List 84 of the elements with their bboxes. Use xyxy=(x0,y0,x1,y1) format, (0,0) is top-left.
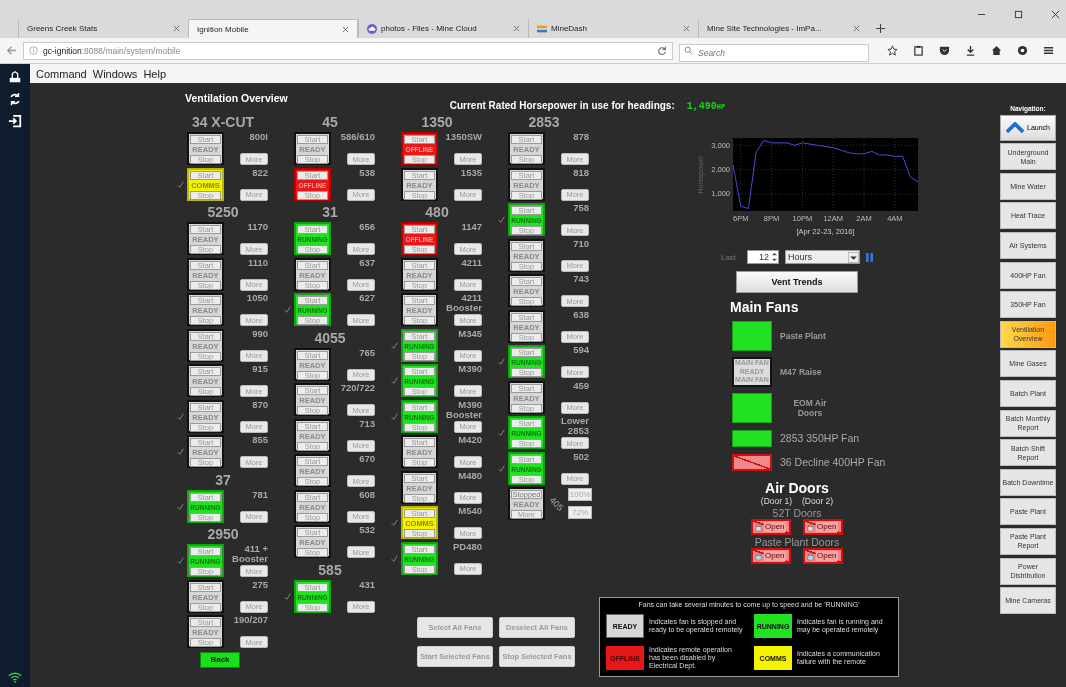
fan-label: 781 xyxy=(252,489,268,500)
fan-label: 656 xyxy=(359,222,375,233)
browser-tab[interactable]: Ignition Mobile xyxy=(188,19,358,38)
fan-label: 818 xyxy=(573,167,589,178)
fan-label: 532 xyxy=(359,525,375,536)
fan-label: 411 + Booster xyxy=(232,544,268,565)
section-heading: 37 xyxy=(214,470,232,489)
door-column-label: (Door 1) xyxy=(760,496,792,506)
search-field[interactable]: Search xyxy=(679,43,869,62)
fan-label: M345 xyxy=(458,328,482,339)
last-label: Last xyxy=(720,252,737,262)
fan-label: M420 xyxy=(458,435,482,446)
fan-label: M390 Booster xyxy=(446,399,482,420)
section-heading: 34 X-CUT xyxy=(190,113,256,131)
main-fan-label: Paste Plant xyxy=(780,331,826,341)
unit-dropdown[interactable]: Hours xyxy=(785,250,861,264)
fan-label: PD480 xyxy=(452,541,482,552)
fan-label: 990 xyxy=(252,328,268,339)
section-heading: 585 xyxy=(317,560,343,579)
fan-label: 431 xyxy=(359,579,375,590)
section-heading: 480 xyxy=(424,203,450,221)
main-fan-label: EOM Air Doors xyxy=(792,398,828,418)
fan-label: 4211 xyxy=(461,257,482,268)
fan-label: 190/207 xyxy=(233,615,268,626)
amount-spinner[interactable]: 12 xyxy=(747,250,780,264)
main-fan-label: M47 Raise xyxy=(780,367,822,377)
section-heading: 2950 xyxy=(206,525,240,543)
fan-label: 586/610 xyxy=(340,132,375,143)
fan-label: 4211 Booster xyxy=(446,293,482,314)
fan-label: 275 xyxy=(252,579,268,590)
speed-reading: 72% xyxy=(568,506,593,520)
fan-label: 594 xyxy=(573,345,589,356)
fan-label: 878 xyxy=(573,132,589,143)
section-heading: 1350 xyxy=(420,113,454,131)
fan-label: 713 xyxy=(359,418,375,429)
fan-label: 459 xyxy=(573,380,589,391)
fan-label: Lower 2853 xyxy=(560,416,589,437)
section-heading: 5250 xyxy=(206,203,240,221)
fan-label: 710 xyxy=(573,238,589,249)
fan-label: 758 xyxy=(573,203,589,214)
fan-label: M390 xyxy=(458,364,482,375)
fan-label: 915 xyxy=(252,364,268,375)
fan-label: M480 xyxy=(458,470,482,481)
fan-label: 1147 xyxy=(461,222,482,233)
back-button[interactable]: Back xyxy=(200,651,240,668)
main-fan-label: 36 Decline 400HP Fan xyxy=(780,456,886,468)
fan-label: 627 xyxy=(359,293,375,304)
fan-label: M540 xyxy=(458,506,482,517)
menu-item[interactable]: Windows xyxy=(92,67,138,80)
section-heading: 31 xyxy=(321,203,339,221)
main-fan-label: 2853 350HP Fan xyxy=(780,432,860,444)
menu-item[interactable]: Command xyxy=(36,67,87,80)
horsepower-label: Current Rated Horsepower in use for headings: xyxy=(449,100,675,111)
door-column-label: (Door 2) xyxy=(802,496,834,506)
drive-label: 405 xyxy=(547,494,566,513)
address-field[interactable]: gc-ignition:8088/main/system/mobile xyxy=(23,41,673,60)
fan-label: 743 xyxy=(573,274,589,285)
menu-item[interactable]: Help xyxy=(143,67,166,80)
fan-label: 800I xyxy=(249,132,268,143)
fan-label: 670 xyxy=(359,454,375,465)
fan-label: 1350SW xyxy=(445,132,482,143)
door-group-name: 52T Doors xyxy=(772,507,822,519)
fan-label: 538 xyxy=(359,167,375,178)
fan-label: 637 xyxy=(359,257,375,268)
fan-label: 608 xyxy=(359,489,375,500)
fan-label: 870 xyxy=(252,399,268,410)
fan-label: 765 xyxy=(359,347,375,358)
page-title: Ventilation Overview xyxy=(185,92,288,104)
fan-label: 1535 xyxy=(460,167,482,178)
fan-label: 1110 xyxy=(247,257,268,268)
vent-trends-button[interactable]: Vent Trends xyxy=(736,271,858,293)
fan-label: 1170 xyxy=(247,222,268,233)
fan-label: 855 xyxy=(252,435,268,446)
fan-label: 822 xyxy=(252,167,268,178)
section-heading: 4055 xyxy=(313,328,347,347)
fan-label: 1050 xyxy=(246,293,268,304)
air-doors-heading: Air Doors xyxy=(765,480,829,496)
door-group-name: Paste Plant Doors xyxy=(754,536,840,548)
section-heading: 45 xyxy=(321,113,339,131)
fan-label: 502 xyxy=(573,451,589,462)
main-fans-heading: Main Fans xyxy=(730,299,799,315)
fan-label: 720/722 xyxy=(340,383,375,394)
section-heading: 2853 xyxy=(527,113,561,131)
fan-label: 638 xyxy=(573,309,589,320)
